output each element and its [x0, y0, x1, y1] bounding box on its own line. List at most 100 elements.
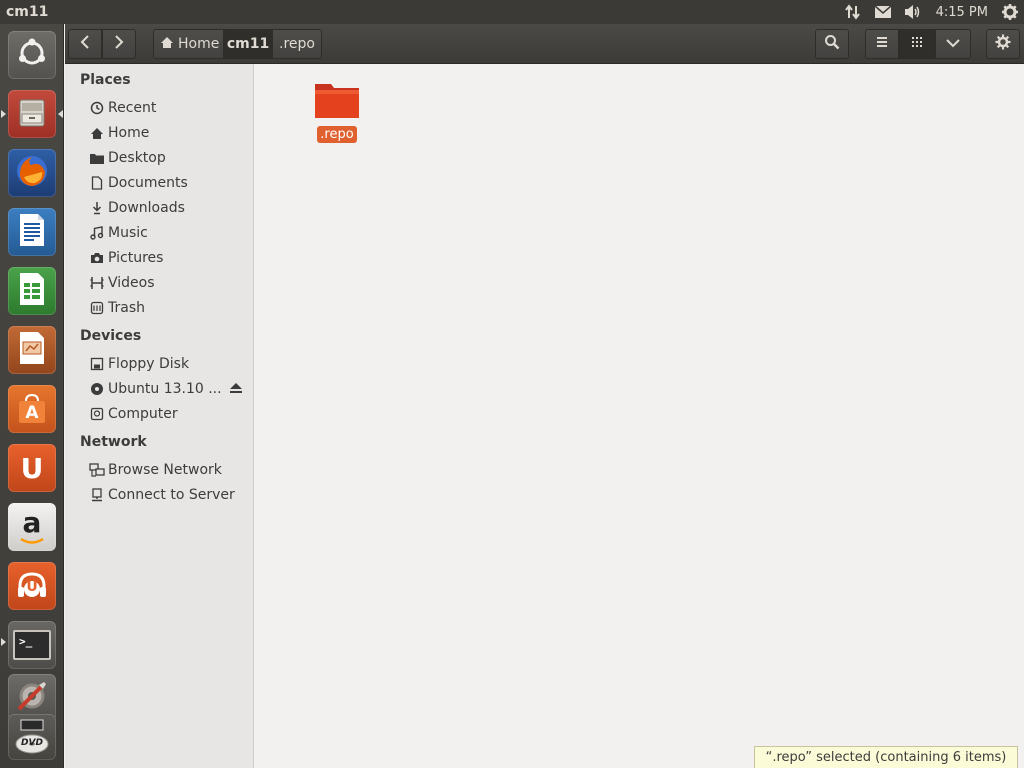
- grid-view-button[interactable]: [899, 29, 935, 59]
- software-center-icon: A: [15, 392, 49, 426]
- focused-indicator: [58, 110, 63, 118]
- list-view-icon: [875, 36, 889, 52]
- sidebar-item-recent[interactable]: Recent: [65, 96, 253, 120]
- sidebar-item-pictures[interactable]: Pictures: [65, 246, 253, 270]
- view-options-button[interactable]: [935, 29, 971, 59]
- server-icon: [87, 488, 107, 502]
- system-settings-icon: [13, 677, 51, 719]
- sidebar-item-label: Downloads: [108, 200, 185, 216]
- eject-icon[interactable]: [229, 382, 243, 398]
- sidebar-item-downloads[interactable]: Downloads: [65, 196, 253, 220]
- dvd-label: DVD: [21, 738, 43, 748]
- sidebar-item-label: Documents: [108, 175, 188, 191]
- home-icon: [87, 127, 107, 140]
- network-icon[interactable]: [838, 0, 868, 24]
- grid-view-icon: [911, 36, 923, 52]
- sidebar-item-music[interactable]: Music: [65, 221, 253, 245]
- status-bar: “.repo” selected (containing 6 items): [754, 746, 1018, 768]
- launcher-ubuntu-one-music[interactable]: U: [8, 562, 56, 610]
- recent-clock-icon: [87, 101, 107, 115]
- launcher-terminal[interactable]: >_: [8, 621, 56, 669]
- running-indicator: [1, 110, 6, 118]
- breadcrumb-home[interactable]: Home: [153, 29, 224, 59]
- sidebar-item-label: Floppy Disk: [108, 356, 190, 372]
- download-icon: [87, 201, 107, 215]
- breadcrumb-label: Home: [178, 36, 220, 52]
- writer-icon: [16, 212, 48, 252]
- chevron-down-icon: [946, 37, 960, 52]
- menu-button[interactable]: [986, 29, 1020, 59]
- launcher-software-center[interactable]: A: [8, 385, 56, 433]
- amazon-icon: a: [19, 509, 45, 545]
- settings-gear-icon[interactable]: [996, 0, 1024, 24]
- list-view-button[interactable]: [865, 29, 899, 59]
- clock[interactable]: 4:15 PM: [928, 5, 996, 20]
- harddisk-icon: [87, 407, 107, 421]
- sidebar-item-ubuntu-disc[interactable]: Ubuntu 13.10 ...: [65, 377, 253, 401]
- ubuntu-one-music-letter: U: [26, 579, 38, 595]
- search-icon: [824, 34, 840, 54]
- gear-icon: [995, 34, 1011, 54]
- launcher-libreoffice-calc[interactable]: [8, 267, 56, 315]
- breadcrumb-repo[interactable]: .repo: [272, 29, 322, 59]
- music-note-icon: [87, 226, 107, 240]
- sidebar-item-videos[interactable]: Videos: [65, 271, 253, 295]
- sidebar-item-label: Music: [108, 225, 148, 241]
- search-button[interactable]: [815, 29, 849, 59]
- mail-icon[interactable]: [868, 0, 898, 24]
- sidebar-item-browse-network[interactable]: Browse Network: [65, 458, 253, 482]
- sidebar-item-label: Pictures: [108, 250, 164, 266]
- file-item-folder[interactable]: .repo: [313, 80, 361, 143]
- launcher-firefox[interactable]: [8, 149, 56, 197]
- forward-button[interactable]: [102, 29, 136, 59]
- sidebar-item-documents[interactable]: Documents: [65, 171, 253, 195]
- software-center-letter: A: [25, 403, 39, 423]
- breadcrumb-label: cm11: [226, 36, 270, 52]
- breadcrumb-label: .repo: [279, 36, 315, 52]
- sidebar-item-desktop[interactable]: Desktop: [65, 146, 253, 170]
- volume-icon[interactable]: [898, 0, 928, 24]
- sidebar-item-label: Desktop: [108, 150, 166, 166]
- home-icon: [160, 36, 174, 53]
- sidebar-section-places: Places: [80, 72, 131, 88]
- ubuntu-one-icon: U: [20, 451, 44, 485]
- film-icon: [87, 276, 107, 290]
- running-indicator: [1, 638, 6, 646]
- sidebar-item-label: Browse Network: [108, 462, 222, 478]
- launcher-dash-home[interactable]: [8, 31, 56, 79]
- indicator-area: 4:15 PM: [838, 0, 1024, 24]
- sidebar-item-label: Videos: [108, 275, 155, 291]
- launcher-ubuntu-one[interactable]: U: [8, 444, 56, 492]
- camera-icon: [87, 252, 107, 264]
- sidebar: Places Recent Home Desktop Documents Dow…: [65, 64, 254, 768]
- sidebar-item-label: Connect to Server: [108, 487, 235, 503]
- file-cabinet-icon: [15, 95, 49, 133]
- sidebar-item-trash[interactable]: Trash: [65, 296, 253, 320]
- sidebar-item-computer[interactable]: Computer: [65, 402, 253, 426]
- top-panel: cm11 4:15 PM: [0, 0, 1024, 24]
- file-view[interactable]: .repo: [255, 64, 1024, 768]
- firefox-icon: [13, 152, 51, 194]
- breadcrumb-cm11[interactable]: cm11: [224, 29, 272, 59]
- launcher-amazon[interactable]: a: [8, 503, 56, 551]
- terminal-icon: >_: [13, 630, 51, 660]
- launcher-dvd[interactable]: DVD: [8, 714, 56, 760]
- dvd-icon: DVD: [13, 718, 51, 756]
- sidebar-item-connect-to-server[interactable]: Connect to Server: [65, 483, 253, 507]
- sidebar-section-network: Network: [80, 434, 147, 450]
- impress-icon: [16, 330, 48, 370]
- sidebar-section-devices: Devices: [80, 328, 142, 344]
- sidebar-item-floppy-disk[interactable]: Floppy Disk: [65, 352, 253, 376]
- document-icon: [87, 176, 107, 190]
- app-title: cm11: [6, 4, 49, 20]
- folder-icon: [87, 152, 107, 165]
- launcher: A U a U >_ DVD: [0, 24, 64, 768]
- launcher-files[interactable]: [8, 90, 56, 138]
- launcher-libreoffice-writer[interactable]: [8, 208, 56, 256]
- sidebar-item-home[interactable]: Home: [65, 121, 253, 145]
- chevron-left-icon: [79, 35, 91, 53]
- folder-icon: [313, 80, 361, 124]
- launcher-libreoffice-impress[interactable]: [8, 326, 56, 374]
- sidebar-item-label: Trash: [108, 300, 145, 316]
- back-button[interactable]: [68, 29, 102, 59]
